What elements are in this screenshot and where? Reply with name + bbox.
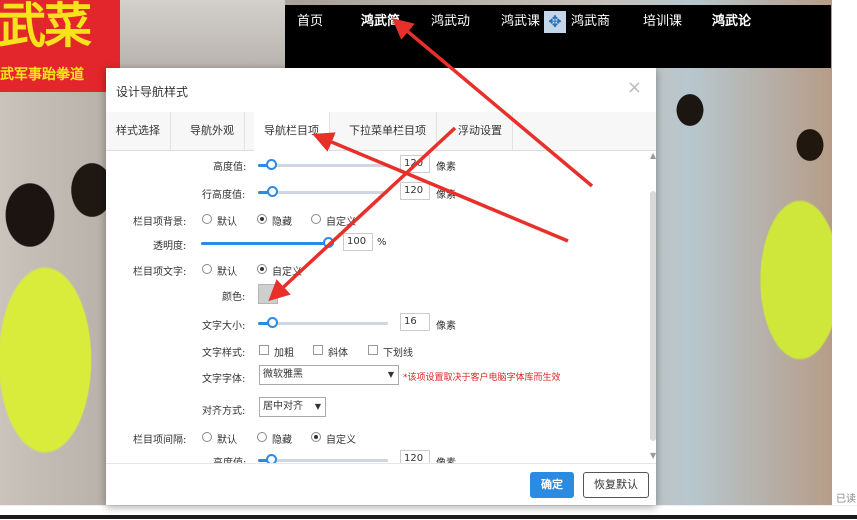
banner-logo-text: 武菜	[0, 0, 92, 54]
item-text-option-default: 默认	[217, 267, 237, 278]
tab-dropdown-items[interactable]: 下拉菜单栏目项	[339, 112, 437, 150]
line-height-unit: 像素	[436, 190, 456, 201]
tab-style-select[interactable]: 样式选择	[106, 112, 171, 150]
scrollbar-thumb[interactable]	[650, 191, 656, 441]
align-select[interactable]: 居中对齐 ▼	[259, 397, 326, 417]
font-family-label: 文字字体:	[202, 374, 246, 385]
dialog-content: 高度值: 120 像素 行高度值: 120 像素 栏目项背景: 默认 隐藏 自定…	[106, 151, 656, 463]
spacing-height-label: 高度值:	[213, 454, 246, 463]
spacing-radio-hidden[interactable]	[257, 432, 267, 442]
spacing-height-slider[interactable]	[258, 454, 388, 463]
item-bg-label: 栏目项背景:	[133, 217, 187, 228]
slider-knob[interactable]	[267, 317, 278, 328]
underline-checkbox[interactable]	[368, 345, 378, 355]
item-bg-radio-default[interactable]	[202, 214, 212, 224]
spacing-radio-default[interactable]	[202, 432, 212, 442]
opacity-input[interactable]: 100	[343, 233, 373, 251]
dialog-scrollbar[interactable]: ▲ ▼	[650, 151, 656, 463]
banner-subtitle: 武军事跆拳道	[0, 67, 84, 83]
item-bg-radio-hidden[interactable]	[257, 214, 267, 224]
nav-item-2[interactable]: 鸿武动	[431, 10, 470, 29]
spacing-height-input[interactable]: 120	[400, 450, 430, 463]
spacing-height-unit: 像素	[436, 454, 456, 463]
close-icon[interactable]: ×	[627, 77, 642, 98]
font-hint-text: *该项设置取决于客户电脑字体库而生效	[403, 373, 561, 383]
font-family-value: 微软雅黑	[263, 369, 303, 380]
font-size-unit: 像素	[436, 321, 456, 332]
nav-item-3[interactable]: 鸿武课	[501, 10, 540, 29]
font-size-label: 文字大小:	[202, 321, 246, 332]
color-label: 颜色:	[222, 292, 246, 303]
underline-option: 下划线	[383, 348, 413, 359]
line-height-input[interactable]: 120	[400, 182, 430, 200]
height-label: 高度值:	[213, 162, 247, 173]
tab-nav-appearance[interactable]: 导航外观	[180, 112, 245, 150]
tab-float-settings[interactable]: 浮动设置	[448, 112, 513, 150]
dialog-tabs: 样式选择 导航外观 导航栏目项 下拉菜单栏目项 浮动设置	[106, 112, 656, 151]
slider-knob[interactable]	[267, 186, 278, 197]
site-banner: 武菜 武军事跆拳道	[0, 0, 120, 92]
text-style-label: 文字样式:	[202, 348, 246, 359]
nav-item-home[interactable]: 首页	[297, 10, 323, 29]
font-size-input[interactable]: 16	[400, 313, 430, 331]
spacing-radio-custom[interactable]	[311, 432, 321, 442]
ceiling-photo-area	[120, 0, 285, 68]
item-bg-option-default: 默认	[217, 217, 237, 228]
dialog-title: 设计导航样式	[116, 85, 189, 99]
font-size-slider[interactable]	[258, 317, 388, 328]
bold-checkbox[interactable]	[259, 345, 269, 355]
spacing-option-default: 默认	[217, 435, 237, 446]
opacity-label: 透明度:	[153, 241, 187, 252]
slider-knob[interactable]	[266, 159, 277, 170]
scroll-down-icon[interactable]: ▼	[650, 451, 656, 460]
align-label: 对齐方式:	[202, 406, 246, 417]
item-text-label: 栏目项文字:	[133, 267, 187, 278]
nav-item-6[interactable]: 鸿武论	[712, 10, 751, 29]
item-text-radio-custom[interactable]	[257, 264, 267, 274]
font-family-select[interactable]: 微软雅黑 ▼	[259, 365, 399, 385]
nav-item-5[interactable]: 培训课	[643, 10, 682, 29]
dropdown-caret-icon: ▼	[387, 370, 394, 379]
nav-item-4[interactable]: 鸿武商	[571, 10, 610, 29]
bold-option: 加粗	[274, 348, 294, 359]
item-bg-option-custom: 自定义	[326, 217, 356, 228]
dialog-footer: 确定 恢复默认	[106, 463, 656, 506]
nav-style-dialog: 设计导航样式 × 样式选择 导航外观 导航栏目项 下拉菜单栏目项 浮动设置 高度…	[106, 68, 656, 505]
height-slider[interactable]	[258, 159, 388, 170]
line-height-slider[interactable]	[258, 186, 388, 197]
item-bg-option-hidden: 隐藏	[272, 217, 292, 228]
italic-checkbox[interactable]	[313, 345, 323, 355]
item-text-radio-default[interactable]	[202, 264, 212, 274]
move-cross-icon[interactable]: ✥	[544, 11, 566, 33]
slider-knob[interactable]	[266, 454, 277, 463]
slider-knob[interactable]	[323, 237, 334, 248]
side-status-text: 已读	[836, 494, 856, 505]
opacity-unit: %	[377, 237, 387, 248]
scroll-up-icon[interactable]: ▲	[650, 151, 656, 160]
reset-default-button[interactable]: 恢复默认	[583, 472, 649, 498]
item-bg-radio-custom[interactable]	[311, 214, 321, 224]
height-input[interactable]: 120	[400, 155, 430, 173]
bottom-edge	[0, 515, 857, 519]
align-value: 居中对齐	[263, 401, 303, 412]
line-height-label: 行高度值:	[202, 190, 246, 201]
item-text-option-custom: 自定义	[272, 267, 302, 278]
dropdown-caret-icon: ▼	[314, 402, 321, 411]
confirm-button[interactable]: 确定	[530, 472, 574, 498]
italic-option: 斜体	[328, 348, 348, 359]
tab-nav-items[interactable]: 导航栏目项	[254, 112, 330, 151]
color-swatch[interactable]	[258, 284, 278, 304]
spacing-option-custom: 自定义	[326, 435, 356, 446]
spacing-label: 栏目项间隔:	[133, 435, 187, 446]
nav-item-1[interactable]: 鸿武简	[361, 10, 400, 29]
opacity-slider[interactable]	[201, 237, 334, 248]
spacing-option-hidden: 隐藏	[272, 435, 292, 446]
height-unit: 像素	[436, 162, 456, 173]
site-navigation-bar: 首页 鸿武简 鸿武动 鸿武课 ✥ 鸿武商 培训课 鸿武论	[285, 5, 831, 68]
